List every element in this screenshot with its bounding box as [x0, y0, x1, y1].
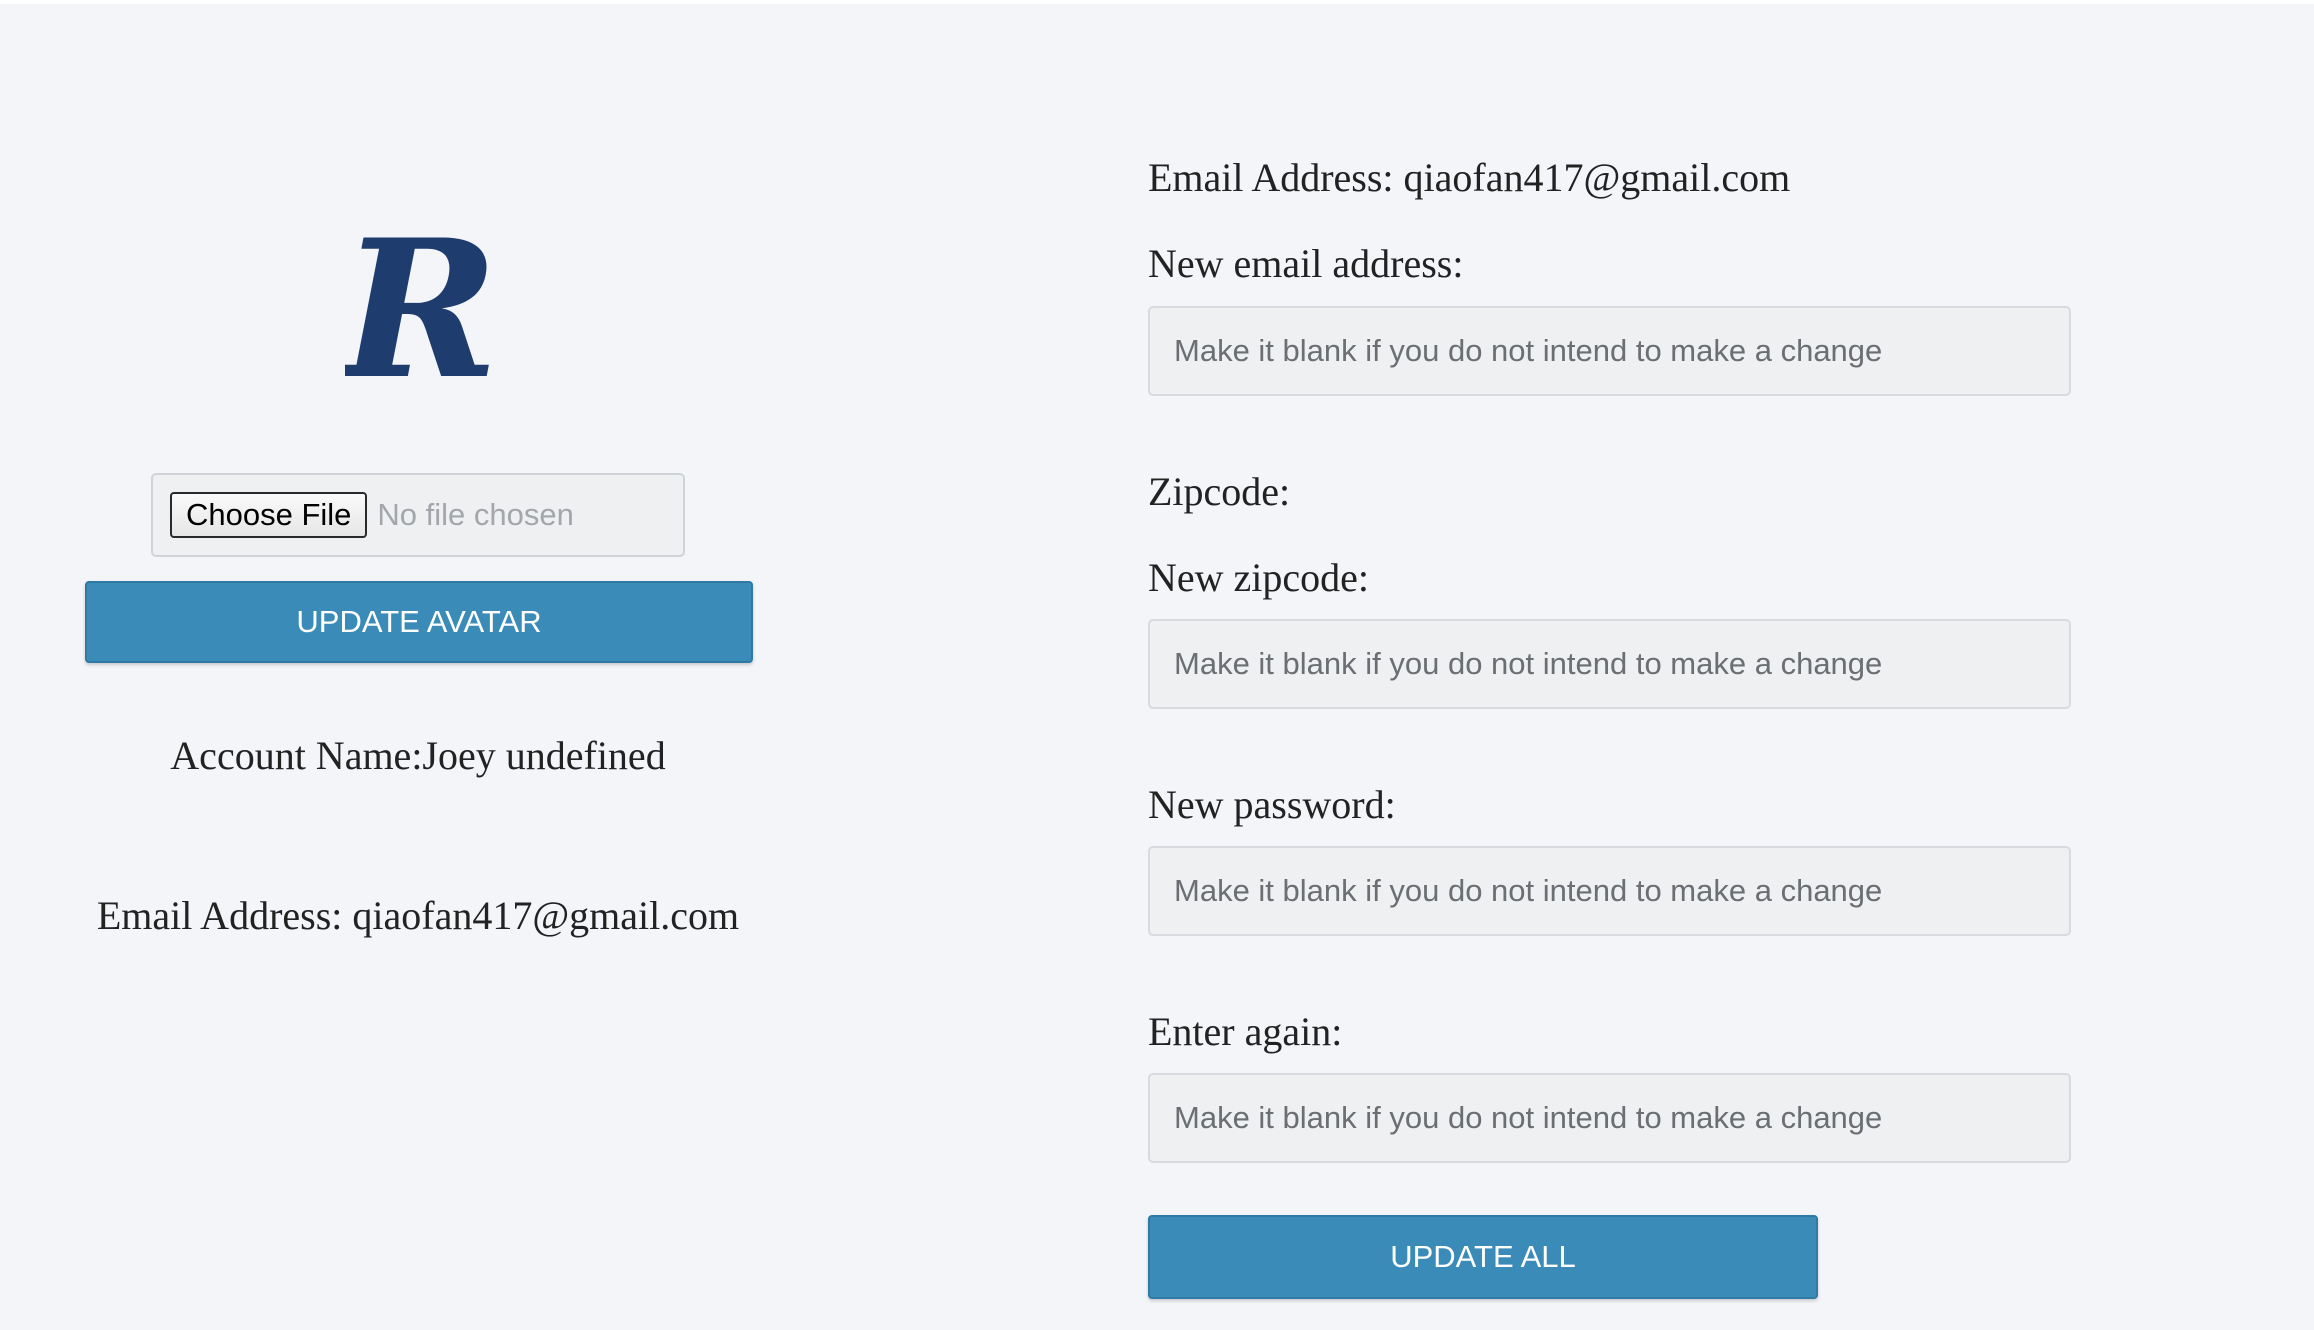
choose-file-button[interactable]: Choose File — [170, 492, 368, 538]
new-password-input[interactable] — [1148, 846, 2071, 936]
avatar-logo-icon: R — [345, 226, 495, 402]
confirm-password-input[interactable] — [1148, 1073, 2071, 1163]
new-zipcode-input[interactable] — [1148, 619, 2071, 709]
update-avatar-button[interactable]: UPDATE AVATAR — [85, 581, 753, 663]
new-email-input[interactable] — [1148, 306, 2071, 396]
svg-text:R: R — [345, 226, 495, 402]
update-all-button[interactable]: UPDATE ALL — [1148, 1215, 1818, 1299]
current-email-text: Email Address: qiaofan417@gmail.com — [1148, 155, 1791, 200]
new-zipcode-label: New zipcode: — [1148, 555, 1370, 600]
file-status-text: No file chosen — [377, 497, 574, 532]
account-email-text: Email Address: qiaofan417@gmail.com — [96, 893, 740, 938]
avatar-file-input[interactable]: Choose File No file chosen — [151, 473, 685, 557]
confirm-password-label: Enter again: — [1148, 1009, 1343, 1054]
profile-page: R Choose File No file chosen UPDATE AVAT… — [0, 4, 2314, 1330]
zipcode-label: Zipcode: — [1148, 469, 1291, 514]
new-email-label: New email address: — [1148, 241, 1464, 286]
account-name-text: Account Name:Joey undefined — [170, 733, 666, 778]
new-password-label: New password: — [1148, 782, 1396, 827]
